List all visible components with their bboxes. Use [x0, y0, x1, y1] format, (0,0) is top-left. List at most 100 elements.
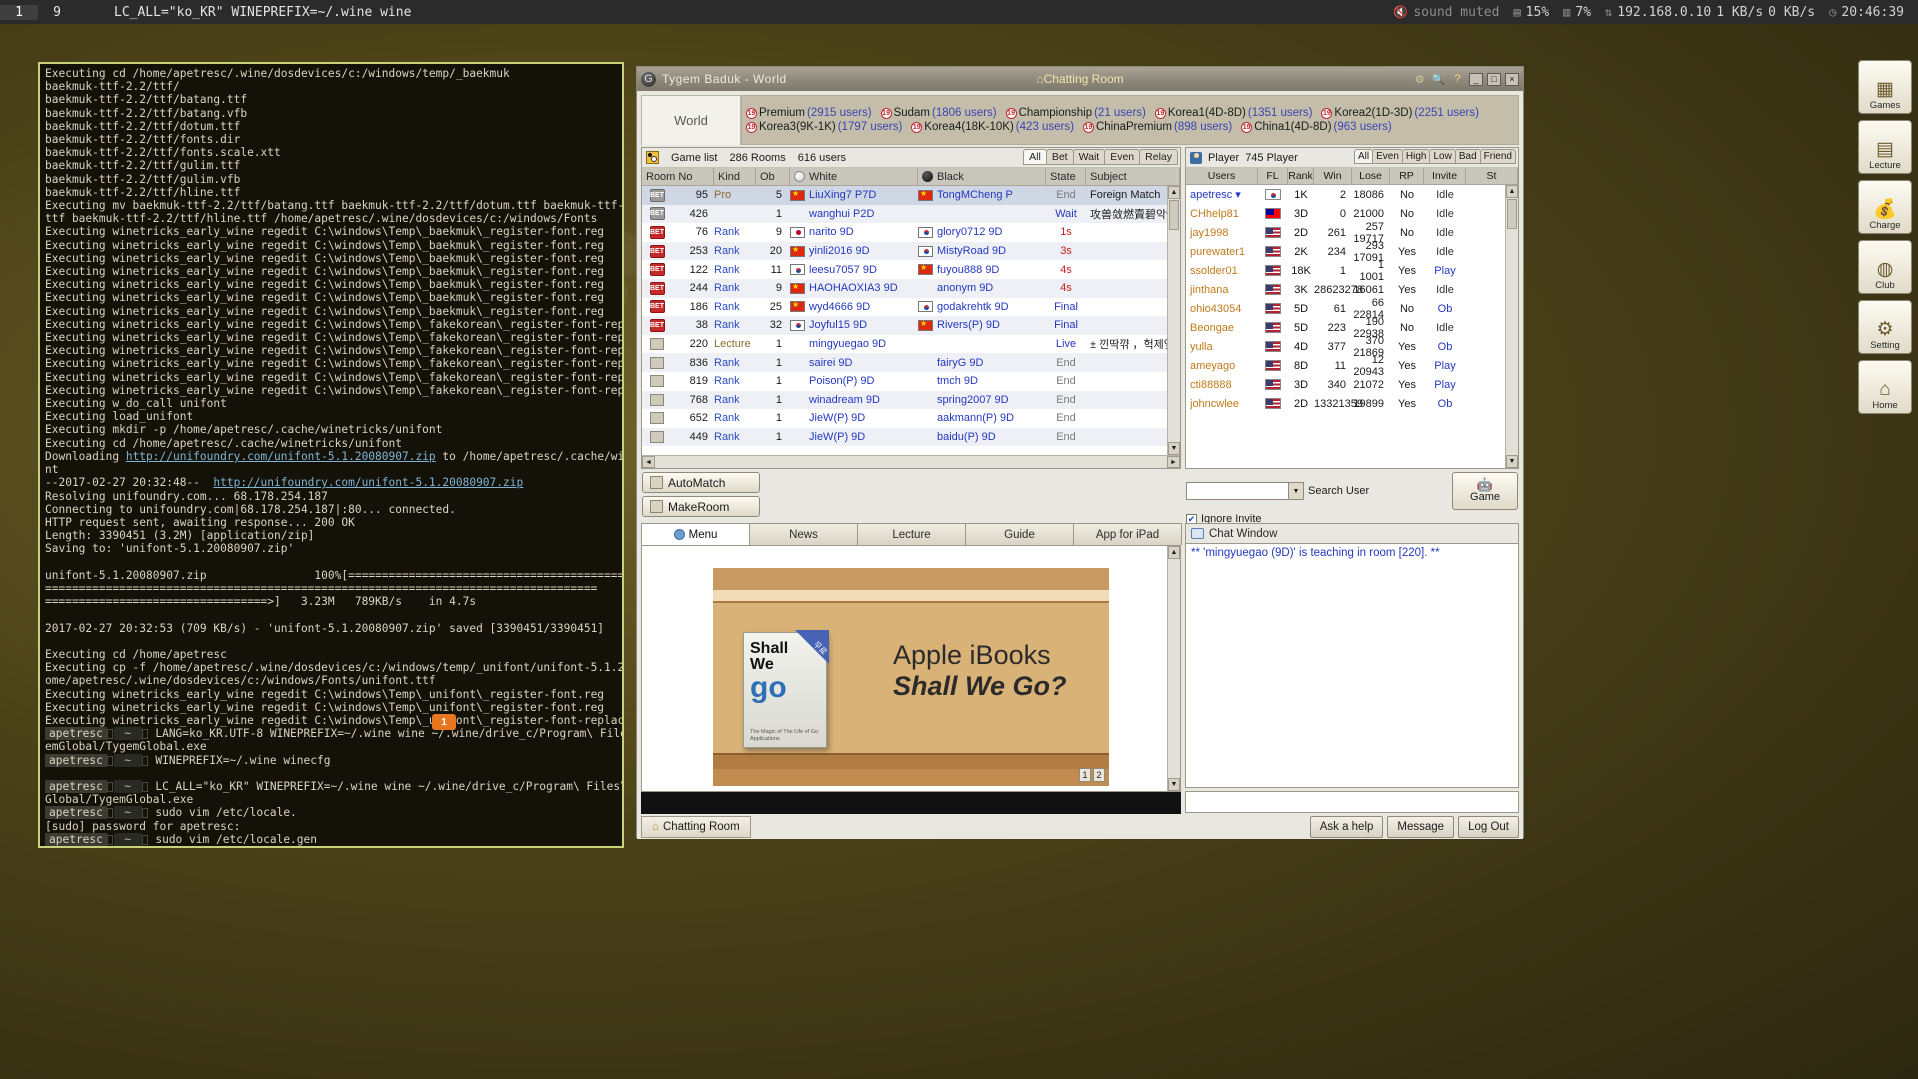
list-item[interactable]: jinthana3K2862327816061YesIdle — [1186, 280, 1505, 299]
col-invite[interactable]: Invite — [1424, 168, 1466, 184]
ask-a-help-button[interactable]: Ask a help — [1310, 816, 1384, 838]
scroll-down-icon[interactable]: ▼ — [1506, 455, 1518, 468]
game-list-rows[interactable]: BET95Pro5LiuXing7 P7DTongMCheng PEndFore… — [642, 186, 1167, 455]
chat-input[interactable] — [1185, 791, 1519, 813]
table-row[interactable]: 449Rank1JieW(P) 9Dbaidu(P) 9DEnd — [642, 428, 1167, 447]
room-tab-China1(4D-8D)[interactable]: 19China1(4D-8D)(963 users) — [1241, 121, 1392, 133]
col-fl[interactable]: FL — [1258, 168, 1288, 184]
col-black[interactable]: Black — [918, 168, 1046, 185]
game-list-hscrollbar[interactable]: ◄ ► — [642, 455, 1180, 468]
game-filter-bet[interactable]: Bet — [1046, 149, 1074, 165]
table-row[interactable]: 819Rank1Poison(P) 9Dtmch 9DEnd — [642, 372, 1167, 391]
table-row[interactable]: BET244Rank9HAOHAOXIA3 9Danonym 9D4s — [642, 279, 1167, 298]
game-list-vscrollbar[interactable]: ▲ ▼ — [1167, 186, 1180, 455]
dock-button-games[interactable]: ▦Games — [1858, 60, 1912, 114]
settings-gear-icon[interactable]: ⚙ — [1412, 72, 1427, 87]
chevron-down-icon[interactable]: ▼ — [1288, 483, 1303, 499]
col-state[interactable]: State — [1046, 168, 1086, 185]
dock-button-lecture[interactable]: ▤Lecture — [1858, 120, 1912, 174]
scroll-right-icon[interactable]: ► — [1167, 456, 1180, 468]
player-filter-low[interactable]: Low — [1429, 149, 1455, 164]
player-filter-even[interactable]: Even — [1372, 149, 1403, 164]
tab-lecture[interactable]: Lecture — [857, 523, 966, 545]
list-item[interactable]: johncwlee2D1332135919899YesOb — [1186, 394, 1505, 413]
window-controls[interactable]: ⚙ 🔍 ? _ □ × — [1412, 72, 1519, 87]
list-item[interactable]: cti888883D34021072YesPlay — [1186, 375, 1505, 394]
player-filter-all[interactable]: All — [1354, 149, 1373, 164]
table-row[interactable]: BET4261wanghui P2DWait攻兽敛燃賣碧악憶，菓厅3248586… — [642, 205, 1167, 224]
content-tabs[interactable]: MenuNewsLectureGuideApp for iPad — [641, 523, 1181, 545]
player-list-vscrollbar[interactable]: ▲ ▼ — [1505, 185, 1518, 468]
chatting-room-tab[interactable]: ⌂ Chatting Room — [641, 816, 751, 838]
scroll-up-icon[interactable]: ▲ — [1168, 186, 1180, 199]
workspace-1[interactable]: 1 — [0, 5, 38, 20]
ai-game-button[interactable]: 🤖 Game — [1452, 472, 1518, 510]
table-row[interactable]: 836Rank1sairei 9DfairyG 9DEnd — [642, 353, 1167, 372]
room-tab-ChinaPremium[interactable]: 19ChinaPremium(898 users) — [1083, 121, 1232, 133]
room-tab-Championship[interactable]: 19Championship(21 users) — [1006, 107, 1146, 119]
player-filter-friend[interactable]: Friend — [1480, 149, 1516, 164]
workspace-9[interactable]: 9 — [38, 5, 76, 20]
game-filter-wait[interactable]: Wait — [1073, 149, 1106, 165]
player-filter-bad[interactable]: Bad — [1455, 149, 1481, 164]
list-item[interactable]: ssolder0118K11 1001YesPlay — [1186, 261, 1505, 280]
table-row[interactable]: 220Lecture1mingyuegao 9DLive± 낀딱꺆 ，헉제옃褸，… — [642, 335, 1167, 354]
col-st[interactable]: St — [1466, 168, 1518, 184]
col-room-no[interactable]: Room No — [642, 168, 714, 185]
dock-button-setting[interactable]: ⚙Setting — [1858, 300, 1912, 354]
ibooks-advertisement[interactable]: Shall We go The Magic of The Life of Go … — [713, 568, 1109, 786]
game-filter-even[interactable]: Even — [1104, 149, 1140, 165]
scroll-down-icon[interactable]: ▼ — [1168, 442, 1180, 455]
table-row[interactable]: BET186Rank25wyd4666 9Dgodakrehtk 9DFinal — [642, 298, 1167, 317]
player-list-filters[interactable]: AllEvenHighLowBadFriend — [1355, 149, 1516, 164]
tab-guide[interactable]: Guide — [965, 523, 1074, 545]
table-row[interactable]: BET38Rank32Joyful15 9DRivers(P) 9DFinal — [642, 316, 1167, 335]
scroll-down-icon[interactable]: ▼ — [1168, 778, 1180, 791]
help-icon[interactable]: ? — [1450, 72, 1465, 87]
log-out-button[interactable]: Log Out — [1458, 816, 1519, 838]
col-lose[interactable]: Lose — [1352, 168, 1390, 184]
col-rank[interactable]: Rank — [1288, 168, 1314, 184]
ad-pager[interactable]: 1 2 — [1079, 768, 1105, 782]
game-list-filters[interactable]: AllBetWaitEvenRelay — [1024, 149, 1178, 165]
table-row[interactable]: BET253Rank20yinli2016 9DMistyRoad 9D3s — [642, 242, 1167, 261]
room-tab-Korea2(1D-3D)[interactable]: 19Korea2(1D-3D)(2251 users) — [1321, 107, 1479, 119]
room-tab-Premium[interactable]: 19Premium(2915 users) — [746, 107, 872, 119]
search-user-input[interactable]: ▼ — [1186, 482, 1304, 500]
room-tab-Korea3(9K-1K)[interactable]: 19Korea3(9K-1K)(1797 users) — [746, 121, 902, 133]
content-view[interactable]: Shall We go The Magic of The Life of Go … — [641, 545, 1181, 792]
terminal-window[interactable]: Executing cd /home/apetresc/.wine/dosdev… — [38, 62, 624, 848]
list-item[interactable]: apetresc ▾1K218086NoIdle — [1186, 185, 1505, 204]
list-item[interactable]: jay19982D261257 19717NoIdle — [1186, 223, 1505, 242]
sound-status[interactable]: 🔇 sound muted — [1393, 5, 1499, 20]
room-tab-Korea1(4D-8D)[interactable]: 19Korea1(4D-8D)(1351 users) — [1155, 107, 1313, 119]
search-icon[interactable]: 🔍 — [1431, 72, 1446, 87]
tab-menu[interactable]: Menu — [641, 523, 750, 545]
col-subject[interactable]: Subject — [1086, 168, 1180, 185]
dock-button-charge[interactable]: 💰Charge — [1858, 180, 1912, 234]
col-users[interactable]: Users — [1186, 168, 1258, 184]
tab-news[interactable]: News — [749, 523, 858, 545]
col-rp[interactable]: RP — [1390, 168, 1424, 184]
table-row[interactable]: BET76Rank9narito 9Dglory0712 9D1s — [642, 223, 1167, 242]
ad-page-1[interactable]: 1 — [1079, 768, 1091, 782]
table-row[interactable]: 768Rank1winadream 9Dspring2007 9DEnd — [642, 391, 1167, 410]
col-kind[interactable]: Kind — [714, 168, 756, 185]
scroll-left-icon[interactable]: ◄ — [642, 456, 655, 468]
player-list-rows[interactable]: apetresc ▾1K218086NoIdleCHhelp813D021000… — [1186, 185, 1505, 468]
scroll-up-icon[interactable]: ▲ — [1506, 185, 1518, 198]
dock-button-club[interactable]: ◍Club — [1858, 240, 1912, 294]
list-item[interactable]: Beongae5D223190 22938NoIdle — [1186, 318, 1505, 337]
room-tab-Korea4(18K-10K)[interactable]: 19Korea4(18K-10K)(423 users) — [911, 121, 1074, 133]
game-filter-all[interactable]: All — [1023, 149, 1047, 165]
content-vscrollbar[interactable]: ▲ ▼ — [1167, 546, 1180, 791]
table-row[interactable]: 652Rank1JieW(P) 9Daakmann(P) 9DEnd — [642, 409, 1167, 428]
col-win[interactable]: Win — [1314, 168, 1352, 184]
col-white[interactable]: White — [790, 168, 918, 185]
scroll-thumb[interactable] — [1169, 200, 1179, 230]
ad-page-2[interactable]: 2 — [1093, 768, 1105, 782]
list-item[interactable]: purewater12K234293 17091YesIdle — [1186, 242, 1505, 261]
list-item[interactable]: CHhelp813D021000NoIdle — [1186, 204, 1505, 223]
player-filter-high[interactable]: High — [1402, 149, 1431, 164]
scroll-thumb[interactable] — [1507, 199, 1517, 229]
